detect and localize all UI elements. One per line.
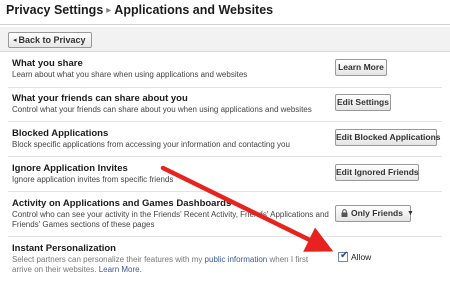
chevron-down-icon: ▼ bbox=[406, 210, 414, 217]
page-title: Applications and Websites bbox=[114, 3, 274, 17]
edit-blocked-applications-button[interactable]: Edit Blocked Applications bbox=[335, 129, 441, 146]
public-information-link[interactable]: public information bbox=[205, 255, 268, 264]
instant-personalization-text: Select partners can personalize their fe… bbox=[12, 255, 205, 264]
blocked-applications-description: Block specific applications from accessi… bbox=[12, 140, 290, 149]
breadcrumb: Privacy Settings ▸ Applications and Websit… bbox=[0, 0, 450, 24]
instant-personalization-title: Instant Personalization bbox=[12, 243, 116, 254]
breadcrumb-separator-icon: ▸ bbox=[106, 5, 112, 16]
row-divider bbox=[8, 191, 442, 192]
back-to-privacy-label: Back to Privacy bbox=[18, 35, 86, 45]
row-divider bbox=[8, 236, 442, 237]
instant-personalization-text: arrive on their websites. bbox=[12, 265, 99, 274]
what-you-share-description: Learn about what you share when using ap… bbox=[12, 70, 248, 79]
row-divider bbox=[8, 121, 442, 122]
activity-dashboards-description-line2: Friends' Games sections of these pages bbox=[12, 220, 155, 229]
row-divider bbox=[8, 87, 442, 88]
friends-share-title: What your friends can share about you bbox=[12, 93, 188, 104]
friends-share-description: Control what your friends can share abou… bbox=[12, 105, 312, 114]
activity-dashboards-description-line1: Control who can see your activity in the… bbox=[12, 210, 329, 219]
back-to-privacy-button[interactable]: ◂ Back to Privacy bbox=[8, 32, 92, 48]
allow-checkbox[interactable]: ✔ bbox=[338, 250, 349, 262]
lock-icon bbox=[341, 209, 348, 217]
header-divider bbox=[0, 24, 450, 25]
instant-personalization-description-line2: arrive on their websites. Learn More. bbox=[12, 265, 142, 275]
only-friends-dropdown[interactable]: Only Friends ▼ bbox=[335, 205, 414, 222]
activity-dashboards-title: Activity on Applications and Games Dashb… bbox=[12, 198, 232, 209]
learn-more-link[interactable]: Learn More. bbox=[99, 265, 142, 274]
blocked-applications-title: Blocked Applications bbox=[12, 128, 109, 139]
back-arrow-icon: ◂ bbox=[13, 37, 17, 44]
learn-more-button[interactable]: Learn More bbox=[335, 59, 387, 76]
checkmark-icon: ✔ bbox=[340, 250, 349, 261]
instant-personalization-text: when I first bbox=[267, 255, 309, 264]
ignore-invites-title: Ignore Application Invites bbox=[12, 163, 128, 174]
edit-ignored-friends-button[interactable]: Edit Ignored Friends bbox=[335, 164, 419, 181]
row-divider bbox=[8, 156, 442, 157]
what-you-share-title: What you share bbox=[12, 58, 83, 69]
allow-label: Allow bbox=[351, 252, 372, 262]
ignore-invites-description: Ignore application invites from specific… bbox=[12, 175, 174, 184]
instant-personalization-description-line1: Select partners can personalize their fe… bbox=[12, 255, 308, 265]
toolbar: ◂ Back to Privacy bbox=[0, 27, 450, 52]
breadcrumb-privacy-settings[interactable]: Privacy Settings bbox=[6, 3, 103, 17]
only-friends-label: Only Friends bbox=[351, 208, 403, 218]
edit-settings-button[interactable]: Edit Settings bbox=[335, 94, 391, 111]
